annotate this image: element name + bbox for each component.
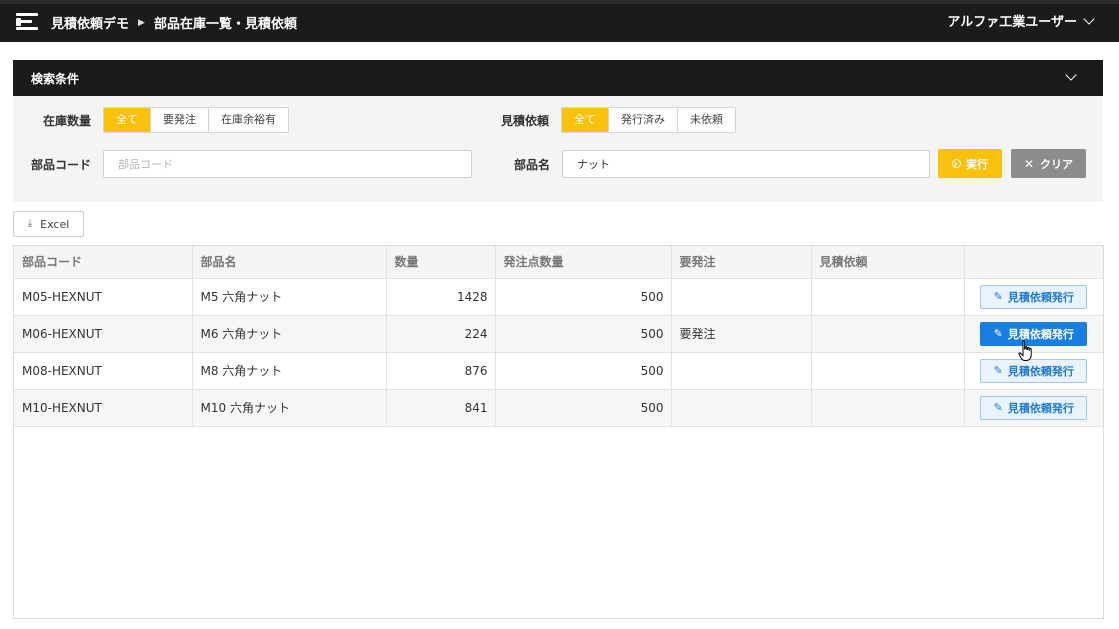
column-header-quote-request[interactable]: 見積依頼 <box>811 246 965 279</box>
pencil-icon: ✎ <box>993 364 1003 377</box>
cell-quote-request <box>811 352 965 390</box>
issue-quote-label: 見積依頼発行 <box>1007 401 1074 415</box>
run-button-label: 実行 <box>966 157 988 171</box>
hand-cursor-icon <box>1018 340 1032 361</box>
cell-part-code: M10-HEXNUT <box>14 389 193 427</box>
breadcrumb-app-title[interactable]: 見積依頼デモ <box>51 13 129 32</box>
issue-quote-button[interactable]: ✎ 見積依頼発行 <box>980 358 1088 383</box>
menu-toggle-icon[interactable] <box>16 12 40 32</box>
column-header-part-name[interactable]: 部品名 <box>192 246 387 279</box>
cell-part-code: M05-HEXNUT <box>14 278 193 316</box>
run-button[interactable]: 実行 <box>938 149 1002 178</box>
excel-export-button[interactable]: ⤓ Excel <box>13 211 84 237</box>
cell-reorder-point: 500 <box>495 278 672 316</box>
clear-button-label: クリア <box>1040 157 1074 171</box>
part-name-label: 部品名 <box>514 158 551 172</box>
cell-part-name: M6 六角ナット <box>192 315 387 353</box>
cell-part-code: M08-HEXNUT <box>14 352 193 390</box>
cell-needs-order <box>671 278 812 316</box>
cell-quote-request <box>811 278 965 316</box>
quote-filter-not-requested[interactable]: 未依頼 <box>677 108 735 132</box>
cell-reorder-point: 500 <box>495 389 672 427</box>
quote-filter-all[interactable]: 全て <box>562 108 608 132</box>
chevron-down-icon <box>1083 12 1095 25</box>
part-name-input[interactable] <box>562 150 930 178</box>
parts-table: 部品コード 部品名 数量 発注点数量 要発注 見積依頼 M05-HEXNUT M… <box>14 246 1103 427</box>
breadcrumb-page-title: 部品在庫一覧・見積依頼 <box>153 17 297 32</box>
play-circle-icon <box>952 159 961 168</box>
table-row[interactable]: M05-HEXNUT M5 六角ナット 1428 500 ✎ 見積依頼発行 <box>14 278 1103 316</box>
search-panel-title: 検索条件 <box>31 72 80 86</box>
clear-button[interactable]: ✕ クリア <box>1011 149 1086 178</box>
column-header-part-code[interactable]: 部品コード <box>14 246 193 279</box>
part-code-input[interactable] <box>103 150 472 178</box>
excel-export-label: Excel <box>40 217 70 231</box>
column-header-reorder-point[interactable]: 発注点数量 <box>495 246 672 279</box>
stock-filter-group: 全て 要発注 在庫余裕有 <box>103 107 289 133</box>
table-row[interactable]: M08-HEXNUT M8 六角ナット 876 500 ✎ 見積依頼発行 <box>14 352 1103 390</box>
search-panel-header[interactable]: 検索条件 <box>13 60 1103 96</box>
stock-filter-sufficient[interactable]: 在庫余裕有 <box>208 108 288 132</box>
cell-part-name: M10 六角ナット <box>192 389 387 427</box>
part-code-label: 部品コード <box>31 158 92 172</box>
pencil-icon: ✎ <box>993 401 1003 414</box>
cell-part-name: M5 六角ナット <box>192 278 387 316</box>
cell-part-name: M8 六角ナット <box>192 352 387 390</box>
cell-quote-request <box>811 315 965 353</box>
cell-quantity: 1428 <box>386 278 496 316</box>
download-icon: ⤓ <box>27 218 33 229</box>
cell-reorder-point: 500 <box>495 352 672 390</box>
quote-filter-group: 全て 発行済み 未依頼 <box>561 107 736 133</box>
breadcrumb-separator-icon: ▶ <box>138 17 145 28</box>
table-header-row: 部品コード 部品名 数量 発注点数量 要発注 見積依頼 <box>14 246 1103 279</box>
table-row[interactable]: M10-HEXNUT M10 六角ナット 841 500 ✎ 見積依頼発行 <box>14 389 1103 427</box>
cell-quantity: 841 <box>386 389 496 427</box>
breadcrumb: 見積依頼デモ ▶ 部品在庫一覧・見積依頼 <box>51 13 297 32</box>
cell-part-code: M06-HEXNUT <box>14 315 193 353</box>
user-menu[interactable]: アルファ工業ユーザー <box>947 11 1095 30</box>
column-header-needs-order[interactable]: 要発注 <box>671 246 812 279</box>
cell-needs-order <box>671 352 812 390</box>
cell-reorder-point: 500 <box>495 315 672 353</box>
cell-needs-order <box>671 389 812 427</box>
quote-filter-label: 見積依頼 <box>501 114 550 128</box>
stock-filter-label: 在庫数量 <box>43 114 92 128</box>
stock-filter-needs-order[interactable]: 要発注 <box>150 108 208 132</box>
cell-quantity: 224 <box>386 315 496 353</box>
close-icon: ✕ <box>1023 156 1035 171</box>
app-header: 見積依頼デモ ▶ 部品在庫一覧・見積依頼 アルファ工業ユーザー <box>0 0 1119 42</box>
issue-quote-label: 見積依頼発行 <box>1007 364 1074 378</box>
cell-needs-order: 要発注 <box>671 315 812 353</box>
cell-quantity: 876 <box>386 352 496 390</box>
column-header-quantity[interactable]: 数量 <box>386 246 496 279</box>
cell-actions: ✎ 見積依頼発行 <box>964 389 1103 427</box>
issue-quote-label: 見積依頼発行 <box>1007 290 1074 304</box>
pencil-icon: ✎ <box>993 327 1003 340</box>
issue-quote-button[interactable]: ✎ 見積依頼発行 <box>980 395 1088 420</box>
column-header-actions <box>964 246 1103 279</box>
user-name: アルファ工業ユーザー <box>947 15 1077 30</box>
pencil-icon: ✎ <box>993 290 1003 303</box>
quote-filter-issued[interactable]: 発行済み <box>608 108 677 132</box>
collapse-chevron-icon[interactable] <box>1065 69 1077 81</box>
cell-quote-request <box>811 389 965 427</box>
cell-actions: ✎ 見積依頼発行 <box>964 278 1103 316</box>
issue-quote-button[interactable]: ✎ 見積依頼発行 <box>980 284 1088 309</box>
table-row[interactable]: M06-HEXNUT M6 六角ナット 224 500 要発注 ✎ 見積依頼発行 <box>14 315 1103 353</box>
stock-filter-all[interactable]: 全て <box>104 108 150 132</box>
parts-table-container[interactable]: 部品コード 部品名 数量 発注点数量 要発注 見積依頼 M05-HEXNUT M… <box>13 245 1104 619</box>
